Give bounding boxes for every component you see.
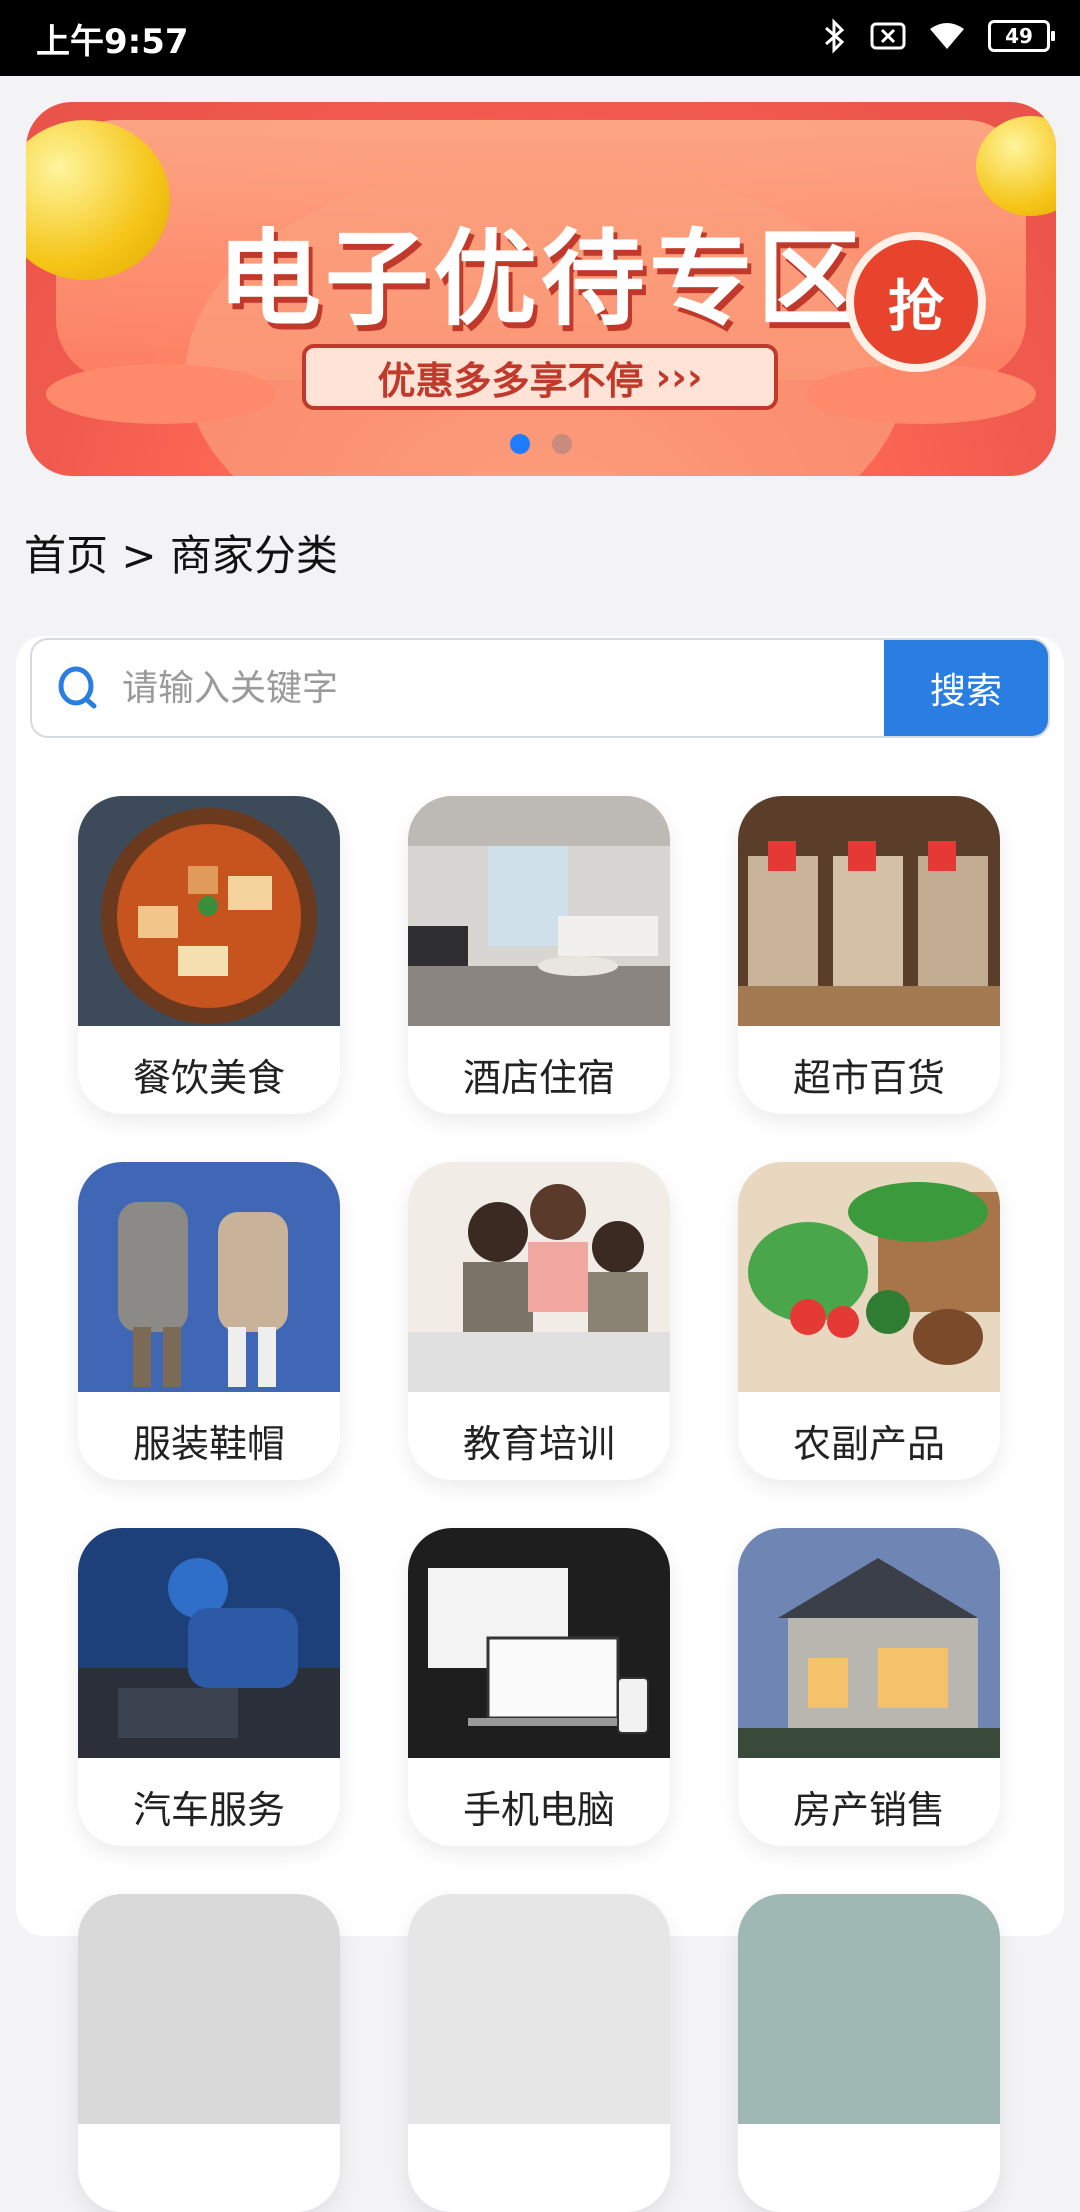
pedestal-right: [806, 364, 1036, 424]
category-tile-education[interactable]: 教育培训: [408, 1162, 670, 1480]
search-button[interactable]: 搜索: [884, 640, 1048, 736]
pedestal-left: [46, 364, 276, 424]
partial-image: [78, 1894, 340, 2124]
devices-image: [408, 1528, 670, 1758]
category-tile-house[interactable]: 房产销售: [738, 1528, 1000, 1846]
no-sim-icon: [870, 22, 906, 50]
search-input[interactable]: [120, 650, 704, 726]
status-icons: 49: [822, 18, 1055, 54]
partial-image: [408, 1894, 670, 2124]
category-tile-devices[interactable]: 手机电脑: [408, 1528, 670, 1846]
category-tile-supermarket[interactable]: 超市百货: [738, 796, 1000, 1114]
clothing-image: [78, 1162, 340, 1392]
vegetables-image: [738, 1162, 1000, 1392]
food-image: [78, 796, 340, 1026]
category-tile-partial-1[interactable]: [78, 1894, 340, 2212]
carousel-dot-2[interactable]: [552, 434, 572, 454]
category-label: 房产销售: [792, 1787, 945, 1832]
category-tile-clothing[interactable]: 服装鞋帽: [78, 1162, 340, 1480]
banner-grab-badge: 抢: [846, 232, 986, 372]
car-service-image: [78, 1528, 340, 1758]
category-tile-food[interactable]: 餐饮美食: [78, 796, 340, 1114]
category-card: 搜索 餐饮美食 酒店住宿: [16, 636, 1064, 2212]
category-label: 手机电脑: [462, 1787, 615, 1832]
wifi-icon: [930, 23, 964, 49]
battery-icon: 49: [988, 20, 1055, 52]
search-icon: [58, 666, 97, 709]
house-image: [738, 1528, 1000, 1758]
category-label: 农副产品: [792, 1421, 945, 1466]
category-label: 服装鞋帽: [132, 1421, 285, 1466]
category-tile-partial-3[interactable]: [738, 1894, 1000, 2212]
hotel-image: [408, 796, 670, 1026]
partial-image: [738, 1894, 1000, 2124]
banner-subtitle-text: 优惠多多享不停: [377, 358, 644, 403]
carousel-dots: [26, 434, 1056, 454]
promo-banner[interactable]: 电子优待专区 抢 优惠多多享不停 ›››: [26, 102, 1056, 476]
category-tile-car-service[interactable]: 汽车服务: [78, 1528, 340, 1846]
banner-arrows: ›››: [655, 355, 703, 399]
battery-level: 49: [1005, 24, 1033, 48]
category-tile-vegetables[interactable]: 农副产品: [738, 1162, 1000, 1480]
status-time: 上午9:57: [36, 22, 189, 62]
category-label: 餐饮美食: [132, 1055, 285, 1100]
breadcrumb: 首页 > 商家分类: [24, 531, 338, 580]
supermarket-image: [738, 796, 1000, 1026]
category-label: 教育培训: [462, 1421, 615, 1466]
carousel-dot-1[interactable]: [510, 434, 530, 454]
status-bar: 上午9:57 49: [0, 0, 1080, 76]
search-bar: 搜索: [30, 638, 1050, 738]
banner-subtitle: 优惠多多享不停 ›››: [302, 344, 778, 410]
category-label: 酒店住宿: [462, 1055, 615, 1100]
category-label: 超市百货: [792, 1055, 945, 1100]
category-tile-hotel[interactable]: 酒店住宿: [408, 796, 670, 1114]
education-image: [408, 1162, 670, 1392]
category-label: 汽车服务: [132, 1787, 285, 1832]
bluetooth-icon: [825, 18, 845, 54]
category-tile-partial-2[interactable]: [408, 1894, 670, 2212]
